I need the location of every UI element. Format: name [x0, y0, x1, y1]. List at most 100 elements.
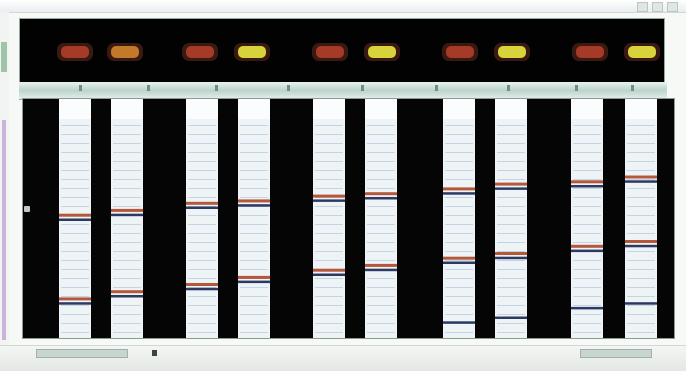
- lane-texture: [61, 251, 89, 252]
- lane-texture: [240, 233, 268, 234]
- lane-texture: [315, 125, 343, 126]
- lane-texture: [61, 197, 89, 198]
- lane-texture: [573, 314, 601, 315]
- lane-texture: [573, 305, 601, 306]
- lane-7[interactable]: [443, 99, 475, 338]
- gel-lanes-panel[interactable]: [22, 98, 675, 339]
- lane-texture: [627, 269, 655, 270]
- lane-texture: [188, 323, 216, 324]
- lane-texture: [573, 179, 601, 180]
- lane-texture: [113, 161, 141, 162]
- band-red: [443, 187, 475, 191]
- lane-texture: [367, 152, 395, 153]
- lane-texture: [240, 125, 268, 126]
- lane-texture: [113, 278, 141, 279]
- top-well-1: [57, 43, 93, 61]
- left-toolbar: [0, 12, 9, 357]
- lane-6[interactable]: [365, 99, 397, 338]
- lane-8[interactable]: [495, 99, 527, 338]
- lane-texture: [573, 215, 601, 216]
- lane-header: [365, 99, 397, 119]
- lane-texture: [61, 233, 89, 234]
- lane-texture: [113, 251, 141, 252]
- zoom-slider[interactable]: [580, 349, 652, 358]
- ruler-tick: [631, 85, 634, 91]
- lane-texture: [240, 314, 268, 315]
- lane-texture: [627, 305, 655, 306]
- lane-texture: [573, 296, 601, 297]
- lane-texture: [240, 215, 268, 216]
- lane-3[interactable]: [186, 99, 218, 338]
- toolbar-handle[interactable]: [1, 42, 7, 72]
- lane-texture: [315, 323, 343, 324]
- lane-texture: [367, 125, 395, 126]
- lane-texture: [61, 143, 89, 144]
- lane-texture: [573, 161, 601, 162]
- lane-texture: [627, 179, 655, 180]
- lane-texture: [367, 206, 395, 207]
- lane-texture: [367, 233, 395, 234]
- band-red: [495, 252, 527, 255]
- vertical-scrollbar[interactable]: [2, 120, 6, 340]
- band-red: [365, 263, 397, 267]
- lane-texture: [445, 251, 473, 252]
- lane-texture: [61, 242, 89, 243]
- lane-texture: [627, 170, 655, 171]
- lane-texture: [445, 305, 473, 306]
- band-dark: [313, 199, 345, 202]
- lane-texture: [315, 179, 343, 180]
- band-dark: [111, 213, 143, 217]
- lane-10[interactable]: [625, 99, 657, 338]
- scroll-thumb[interactable]: [152, 350, 157, 356]
- lane-texture: [573, 125, 601, 126]
- lane-texture: [188, 314, 216, 315]
- band-dark: [365, 197, 397, 200]
- lane-texture: [627, 314, 655, 315]
- lane-texture: [315, 206, 343, 207]
- lane-texture: [627, 278, 655, 279]
- lane-header: [111, 99, 143, 119]
- band-dark: [625, 302, 657, 305]
- lane-1[interactable]: [59, 99, 91, 338]
- lane-texture: [627, 260, 655, 261]
- lane-texture: [61, 314, 89, 315]
- lane-5[interactable]: [313, 99, 345, 338]
- lane-texture: [113, 206, 141, 207]
- lane-texture: [315, 332, 343, 333]
- band-red: [238, 199, 270, 203]
- lane-9[interactable]: [571, 99, 603, 338]
- band-red: [313, 268, 345, 272]
- band-red: [495, 182, 527, 186]
- band-dark: [443, 261, 475, 264]
- lane-texture: [61, 206, 89, 207]
- well-spot: [61, 46, 89, 58]
- ruler-tick: [287, 85, 290, 91]
- horizontal-scrollbar[interactable]: [36, 349, 128, 358]
- lane-texture: [240, 179, 268, 180]
- lane-texture: [627, 224, 655, 225]
- drag-handle[interactable]: [24, 206, 30, 212]
- lane-texture: [573, 269, 601, 270]
- lane-texture: [497, 161, 525, 162]
- minimize-icon[interactable]: [637, 2, 648, 12]
- lane-texture: [113, 323, 141, 324]
- band-dark: [238, 204, 270, 207]
- lane-texture: [315, 161, 343, 162]
- lane-texture: [240, 251, 268, 252]
- top-well-9: [572, 43, 608, 61]
- lane-texture: [445, 206, 473, 207]
- band-dark: [571, 306, 603, 310]
- lane-texture: [497, 125, 525, 126]
- lane-texture: [573, 287, 601, 288]
- lane-texture: [445, 143, 473, 144]
- lane-texture: [573, 323, 601, 324]
- lane-texture: [367, 296, 395, 297]
- maximize-icon[interactable]: [652, 2, 663, 12]
- gel-viewer-window: [0, 0, 686, 371]
- lane-4[interactable]: [238, 99, 270, 338]
- band-dark: [625, 244, 657, 248]
- lane-header: [186, 99, 218, 119]
- lane-2[interactable]: [111, 99, 143, 338]
- close-icon[interactable]: [667, 2, 678, 12]
- lane-texture: [61, 305, 89, 306]
